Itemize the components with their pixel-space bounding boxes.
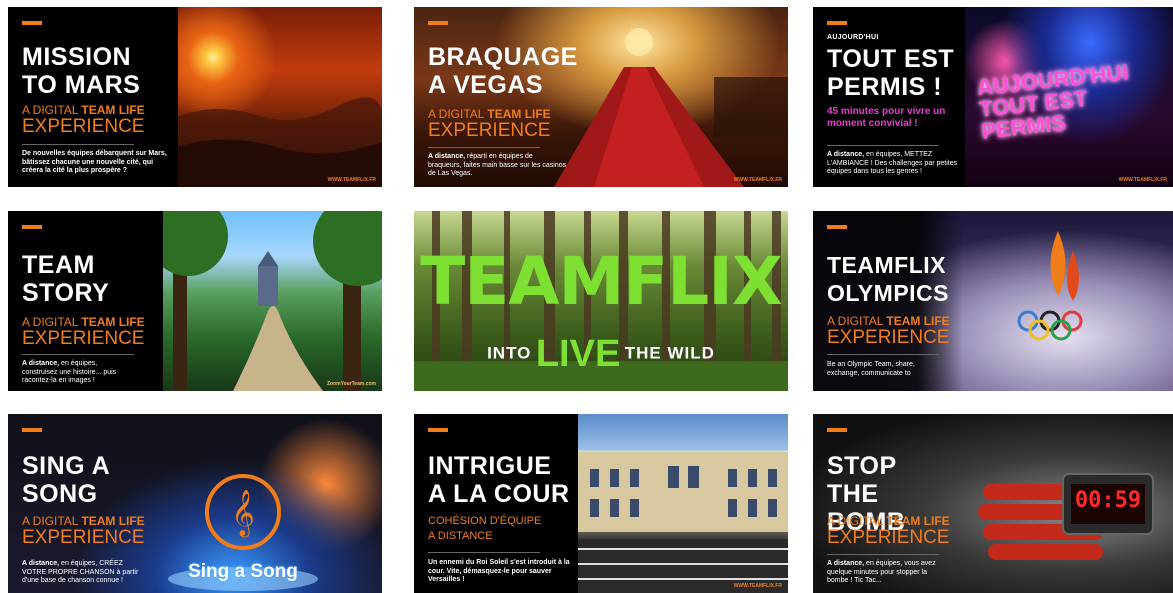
card-description: A distance, en équipes, CRÉEZ VOTRE PROP… <box>22 560 139 584</box>
divider <box>428 147 540 148</box>
card-text-panel: INTRIGUE A LA COUR COHÉSION D'ÉQUIPE A DI… <box>414 414 578 593</box>
website-label: WWW.TEAMFLIX.FR <box>327 177 376 183</box>
card-description: A distance, réparti en équipes de braque… <box>428 153 567 177</box>
card-description: A distance, en équipes, vous avez quelqu… <box>827 560 936 584</box>
tagline-line2: EXPERIENCE <box>428 120 551 141</box>
card-title: MISSION TO MARS <box>22 43 141 99</box>
tagline-line1: COHÉSION D'ÉQUIPE <box>428 515 542 527</box>
card-intrigue-a-la-cour[interactable]: INTRIGUE A LA COUR COHÉSION D'ÉQUIPE A DI… <box>414 414 788 593</box>
tagline-line2: EXPERIENCE <box>827 527 950 548</box>
divider <box>22 144 134 145</box>
card-tout-est-permis[interactable]: AUJOURD'HUI TOUT EST PERMIS ! 45 minutes … <box>813 7 1173 187</box>
accent-bar <box>22 21 42 25</box>
card-mission-to-mars[interactable]: MISSION TO MARS A DIGITAL TEAM LIFE EXPER… <box>8 7 382 187</box>
website-label: WWW.TEAMFLIX.FR <box>733 583 782 589</box>
card-text-panel: MISSION TO MARS A DIGITAL TEAM LIFE EXPER… <box>8 7 178 187</box>
tagline-line2: EXPERIENCE <box>22 328 145 349</box>
tagline-into: INTO <box>487 343 532 363</box>
svg-text:𝄞: 𝄞 <box>231 490 255 538</box>
party-image: AUJOURD'HUI TOUT EST PERMIS <box>965 7 1173 187</box>
card-description: Be an Olympic Team, share, exchange, com… <box>827 361 915 377</box>
accent-bar <box>22 428 42 432</box>
divider <box>827 145 939 146</box>
card-description: A distance, en équipes, construisez une … <box>22 360 117 384</box>
tagline-line1: A DIGITAL TEAM LIFE <box>827 314 950 328</box>
card-sing-a-song[interactable]: 𝄞 Sing a Song SING A SONG A DIGITAL TEAM … <box>8 414 382 593</box>
website-label: WWW.TEAMFLIX.FR <box>1118 177 1167 183</box>
card-title: TOUT EST PERMIS ! <box>827 45 955 101</box>
card-team-story[interactable]: TEAM STORY A DIGITAL TEAM LIFE EXPERIENCE… <box>8 211 382 391</box>
accent-bar <box>827 21 847 25</box>
card-title: SING A SONG <box>22 452 111 508</box>
divider <box>22 354 134 355</box>
accent-bar <box>428 21 448 25</box>
tagline-the-wild: THE WILD <box>624 343 715 363</box>
card-stop-the-bomb[interactable]: 00:59 STOP THE BOMB A DIGITAL TEAM LIFE E… <box>813 414 1173 593</box>
neon-sign: AUJOURD'HUI TOUT EST PERMIS <box>975 59 1130 144</box>
mars-image <box>176 7 382 187</box>
tagline-line2: EXPERIENCE <box>827 327 950 348</box>
tagline-live: LIVE <box>535 333 621 375</box>
accent-bar <box>827 428 847 432</box>
accent-bar <box>22 225 42 229</box>
card-teamflix-into-the-wild[interactable]: TEAMFLIX INTO LIVE THE WILD <box>414 211 788 391</box>
card-highlight: 45 minutes pour vivre un moment convivia… <box>827 106 946 129</box>
card-braquage-a-vegas[interactable]: BRAQUAGE A VEGAS A DIGITAL TEAM LIFE EXPE… <box>414 7 788 187</box>
divider <box>428 552 540 553</box>
sing-a-song-logo: Sing a Song <box>188 561 298 582</box>
card-title: INTRIGUE A LA COUR <box>428 452 570 508</box>
card-description: A distance, en équipes, METTEZ L'AMBIANC… <box>827 151 958 175</box>
card-text-panel: BRAQUAGE A VEGAS A DIGITAL TEAM LIFE EXPE… <box>414 7 577 187</box>
website-label: WWW.TEAMFLIX.FR <box>733 177 782 183</box>
tagline-line2: A DISTANCE <box>428 530 493 542</box>
tagline-line1: A DIGITAL TEAM LIFE <box>22 315 145 329</box>
card-title: BRAQUAGE A VEGAS <box>428 43 578 99</box>
accent-bar <box>827 225 847 229</box>
divider <box>827 554 939 555</box>
card-description: Un ennemi du Roi Soleil s'est introduit … <box>428 559 570 583</box>
accent-bar <box>428 428 448 432</box>
website-label: ZoomYourTeam.com <box>327 381 376 387</box>
card-description: De nouvelles équipes débarquent sur Mars… <box>22 150 167 174</box>
card-text-panel: TEAMFLIX OLYMPICS A DIGITAL TEAM LIFE EXP… <box>813 211 963 391</box>
card-text-panel: STOP THE BOMB A DIGITAL TEAM LIFE EXPERIE… <box>813 414 953 593</box>
card-text-panel: TEAM STORY A DIGITAL TEAM LIFE EXPERIENCE… <box>8 211 163 391</box>
tagline-line1: A DIGITAL TEAM LIFE <box>22 103 145 117</box>
tagline-line1: A DIGITAL TEAM LIFE <box>22 514 145 528</box>
fantasy-forest-image <box>163 211 382 391</box>
tagline-line1: A DIGITAL TEAM LIFE <box>428 107 551 121</box>
tagline: INTO LIVE THE WILD <box>414 333 788 376</box>
card-title: TEAMFLIX OLYMPICS <box>827 252 950 306</box>
card-kicker: AUJOURD'HUI <box>827 34 879 41</box>
tagline-line2: EXPERIENCE <box>22 527 145 548</box>
card-teamflix-olympics[interactable]: TEAMFLIX OLYMPICS A DIGITAL TEAM LIFE EXP… <box>813 211 1173 391</box>
card-text-panel: SING A SONG A DIGITAL TEAM LIFE EXPERIENC… <box>8 414 148 593</box>
card-text-panel: AUJOURD'HUI TOUT EST PERMIS ! 45 minutes … <box>813 7 965 187</box>
teamflix-logo: TEAMFLIX <box>420 243 782 320</box>
tagline-line1: A DIGITAL TEAM LIFE <box>827 514 950 528</box>
versailles-image <box>578 414 788 593</box>
divider <box>827 354 939 355</box>
tagline-line2: EXPERIENCE <box>22 116 145 137</box>
bomb-timer: 00:59 <box>1074 488 1142 513</box>
card-title: TEAM STORY <box>22 251 110 307</box>
